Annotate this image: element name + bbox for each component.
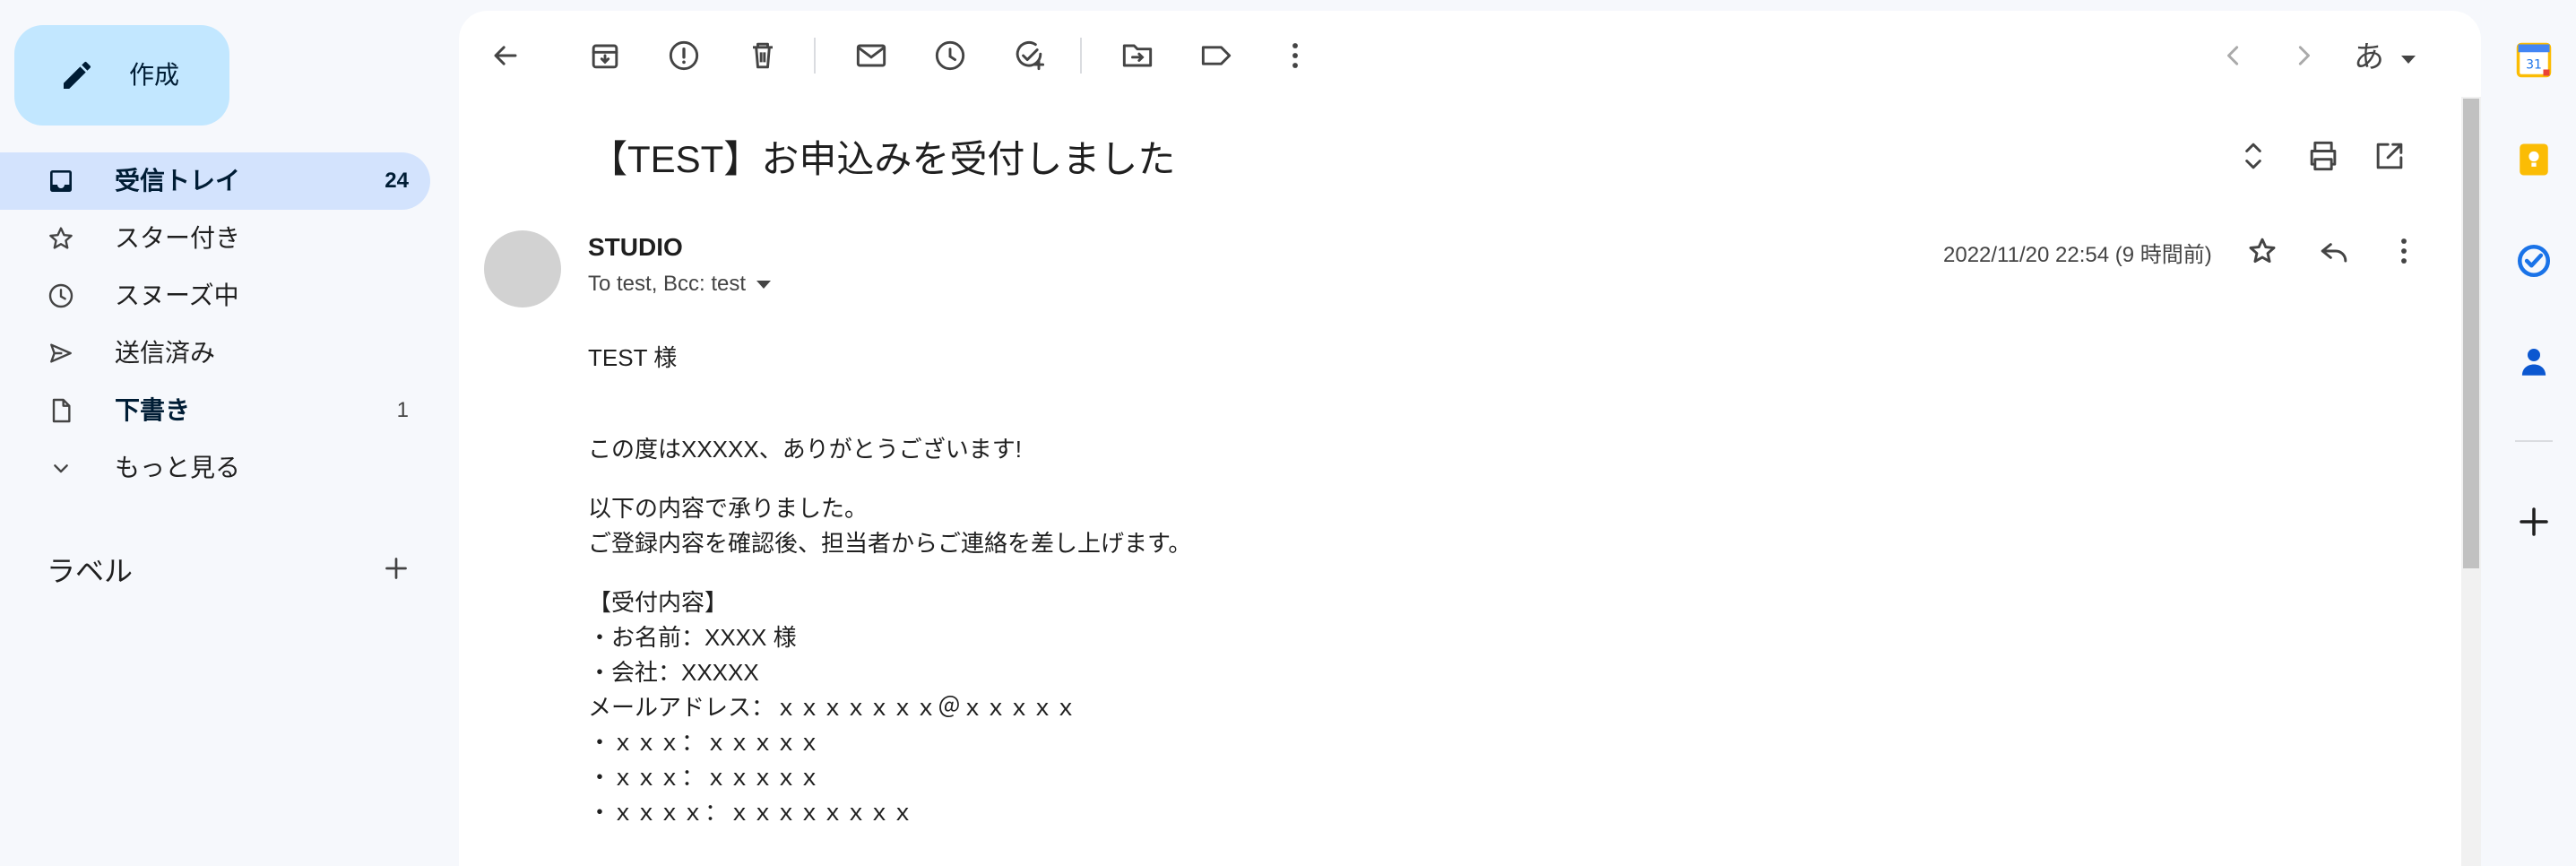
label-important-icon [1362, 134, 1402, 174]
nav-label: 送信済み [115, 339, 216, 367]
inbox-icon [50, 170, 72, 192]
caret-down-icon [756, 281, 772, 290]
report-icon [669, 40, 699, 71]
mail-icon [856, 44, 886, 67]
caret-down-icon [2401, 55, 2416, 64]
chevron-right-icon [2298, 46, 2310, 65]
print-icon [2310, 141, 2337, 171]
toolbar-divider [814, 38, 816, 74]
message-more-button[interactable] [2384, 231, 2424, 271]
email-date: 2022/11/20 22:54 (9 時間前) [1943, 243, 2212, 267]
tasks-icon[interactable] [2515, 242, 2553, 280]
snooze-button[interactable] [930, 36, 970, 75]
star-icon [49, 227, 73, 249]
more-vert-icon [2401, 238, 2407, 264]
archive-button[interactable] [585, 36, 625, 75]
task-add-icon [1016, 40, 1045, 71]
contacts-icon[interactable] [2515, 342, 2553, 380]
newer-button[interactable] [2214, 36, 2253, 75]
keep-icon[interactable] [2515, 141, 2553, 178]
email-subject: 【TEST】お申込みを受付しました [590, 138, 1176, 180]
nav-label: スヌーズ中 [115, 281, 239, 309]
unread-count: 24 [385, 169, 409, 193]
label-icon [1201, 46, 1232, 65]
body-line: ・会社：XXXXX [588, 659, 759, 686]
body-line: ・ｘｘｘ：ｘｘｘｘｘ [588, 729, 822, 756]
star-icon [2249, 238, 2276, 264]
star-button[interactable] [2243, 231, 2282, 271]
body-greeting: TEST 様 [588, 344, 678, 371]
trash-icon [753, 42, 773, 69]
open-new-window-button[interactable] [2370, 136, 2409, 176]
nav-label: もっと見る [115, 454, 241, 481]
nav-item-snoozed[interactable]: スヌーズ中 [0, 267, 430, 325]
unfold-more-icon [2245, 143, 2261, 169]
add-addon-icon[interactable] [2515, 503, 2553, 541]
labels-button[interactable] [1197, 36, 1236, 75]
arrow-back-icon [494, 46, 517, 65]
older-button[interactable] [2284, 36, 2323, 75]
compose-label: 作成 [129, 61, 180, 89]
nav-label: 受信トレイ [115, 167, 241, 195]
sidebar: 作成 受信トレイ 24 スター付き スヌーズ中 送信済み 下書き 1 もっと見る… [0, 0, 448, 866]
folder-move-icon [1122, 44, 1153, 67]
body-line: ・お名前：XXXX 様 [588, 624, 797, 651]
mark-unread-button[interactable] [851, 36, 891, 75]
recipients-toggle[interactable]: To test, Bcc: test [588, 272, 772, 297]
sender-name: STUDIO [588, 233, 683, 261]
nav-item-starred[interactable]: スター付き [0, 210, 430, 267]
scrollbar-thumb[interactable] [2463, 99, 2479, 568]
email-view: あ 【TEST】お申込みを受付しました STUDIO To test, Bcc:… [459, 11, 2481, 866]
more-vert-icon [1292, 43, 1298, 68]
body-section-title: 【受付内容】 [588, 589, 729, 616]
chevron-left-icon [2227, 46, 2239, 65]
back-button[interactable] [486, 36, 525, 75]
nav-label: スター付き [115, 224, 241, 252]
input-tools-label: あ [2354, 40, 2384, 74]
delete-button[interactable] [743, 36, 782, 75]
body-line: ・ｘｘｘｘ：ｘｘｘｘｘｘｘｘ [588, 799, 915, 826]
expand-all-button[interactable] [2234, 136, 2273, 176]
body-line: メールアドレス：ｘｘｘｘｘｘｘ＠ｘｘｘｘｘ [588, 694, 1078, 721]
send-icon [50, 343, 72, 363]
pencil-icon [64, 61, 91, 89]
reply-icon [2321, 243, 2347, 263]
rail-divider [2515, 440, 2553, 442]
reply-button[interactable] [2314, 231, 2354, 271]
input-tools-button[interactable]: あ [2354, 32, 2416, 76]
labels-heading: ラベル [47, 555, 134, 587]
clock-icon [48, 283, 73, 308]
body-line: 以下の内容で承りました。 [588, 495, 869, 522]
recipients-text: To test, Bcc: test [588, 272, 747, 296]
nav-item-sent[interactable]: 送信済み [0, 325, 430, 382]
body-line: ご登録内容を確認後、担当者からご連絡を差し上げます。 [588, 530, 1192, 557]
add-label-icon[interactable] [380, 552, 412, 585]
nav-item-inbox[interactable]: 受信トレイ 24 [0, 152, 430, 210]
more-options-button[interactable] [1275, 36, 1315, 75]
move-to-button[interactable] [1118, 36, 1157, 75]
calendar-day: 31 [2526, 58, 2542, 73]
print-button[interactable] [2304, 136, 2343, 176]
add-to-tasks-button[interactable] [1009, 36, 1049, 75]
body-line: ・ｘｘｘ：ｘｘｘｘｘ [588, 764, 822, 791]
open-in-new-icon [2376, 143, 2403, 169]
calendar-icon[interactable]: 31 [2515, 41, 2553, 79]
nav-item-more[interactable]: もっと見る [0, 439, 430, 497]
nav-label: 下書き [115, 396, 191, 424]
side-panel-rail: 31 [2492, 0, 2576, 866]
important-marker[interactable] [1362, 134, 1402, 174]
clock-icon [935, 40, 965, 71]
nav-item-drafts[interactable]: 下書き 1 [0, 382, 430, 439]
report-spam-button[interactable] [664, 36, 704, 75]
chevron-down-icon [54, 464, 68, 473]
body-paragraph: この度はXXXXX、ありがとうございます! [588, 436, 1022, 463]
draft-count: 1 [396, 398, 409, 422]
toolbar-divider [1080, 38, 1082, 74]
compose-button[interactable]: 作成 [14, 25, 229, 126]
draft-icon [52, 398, 71, 423]
sender-avatar [484, 230, 561, 307]
archive-icon [592, 44, 618, 69]
